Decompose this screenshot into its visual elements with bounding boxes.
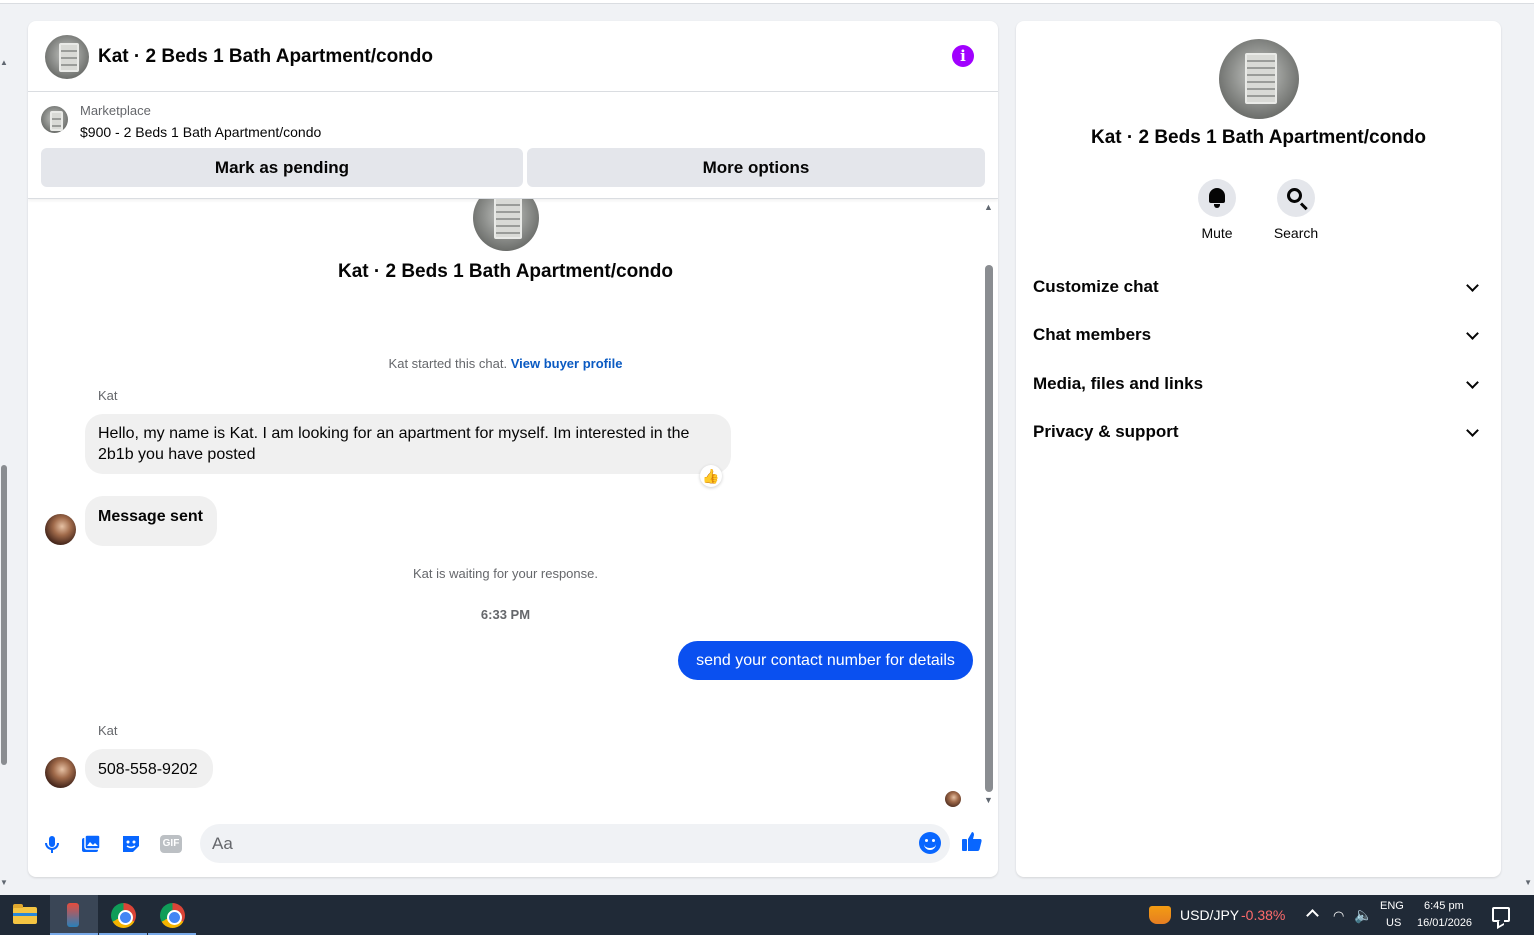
incoming-message[interactable]: 508-558-9202 <box>85 749 213 788</box>
waiting-notice: Kat is waiting for your response. <box>413 566 598 581</box>
chevron-down-icon <box>1466 424 1479 437</box>
incoming-message[interactable]: Hello, my name is Kat. I am looking for … <box>85 414 731 474</box>
stock-symbol[interactable]: USD/JPY <box>1180 907 1239 923</box>
scroll-down-arrow-right-icon[interactable]: ▼ <box>1524 878 1532 887</box>
thumbs-up-reaction-icon[interactable]: 👍 <box>700 465 722 487</box>
sender-name: Kat <box>98 388 118 403</box>
keyboard-layout-indicator[interactable]: US <box>1386 917 1401 929</box>
file-explorer-icon[interactable] <box>0 895 48 935</box>
listing-avatar[interactable] <box>45 35 89 79</box>
microphone-icon[interactable] <box>41 833 63 855</box>
scroll-up-arrow-icon[interactable]: ▲ <box>0 58 8 67</box>
taskbar-app-icon[interactable] <box>50 895 98 935</box>
listing-price-title[interactable]: $900 - 2 Beds 1 Bath Apartment/condo <box>80 124 321 140</box>
message-input[interactable] <box>200 824 950 863</box>
section-media-files-links[interactable]: Media, files and links <box>1033 364 1485 404</box>
conversation-info-panel: Kat · 2 Beds 1 Bath Apartment/condo Mute… <box>1016 21 1501 877</box>
intro-avatar <box>473 199 539 251</box>
stock-widget-icon[interactable] <box>1149 906 1171 924</box>
chevron-down-icon <box>1466 279 1479 292</box>
section-label: Privacy & support <box>1033 422 1179 441</box>
chat-scrollbar[interactable]: ▲ ▼ <box>983 199 997 819</box>
message-list[interactable]: Kat · 2 Beds 1 Bath Apartment/condo Kat … <box>28 199 998 819</box>
chrome-icon[interactable] <box>99 895 147 935</box>
search-button[interactable]: Search <box>1266 179 1326 241</box>
page-scrollbar-thumb[interactable] <box>1 465 7 765</box>
section-label: Chat members <box>1033 325 1152 344</box>
volume-icon[interactable]: 🔈 <box>1354 906 1373 924</box>
chat-panel: Kat · 2 Beds 1 Bath Apartment/condo i Ma… <box>28 21 998 877</box>
outgoing-message[interactable]: send your contact number for details <box>678 641 973 680</box>
message-timestamp: 6:33 PM <box>480 607 531 622</box>
info-title: Kat · 2 Beds 1 Bath Apartment/condo <box>1090 127 1426 148</box>
chrome-icon[interactable] <box>148 895 196 935</box>
chat-title[interactable]: Kat · 2 Beds 1 Bath Apartment/condo <box>98 46 433 68</box>
thumbs-up-send-icon[interactable] <box>960 829 984 859</box>
chat-scroll-down-icon[interactable]: ▼ <box>984 795 993 805</box>
sticker-icon[interactable] <box>120 833 142 855</box>
sender-name: Kat <box>98 723 118 738</box>
show-hidden-icons-chevron-icon[interactable] <box>1306 909 1319 922</box>
page-scrollbar[interactable]: ▲ ▼ <box>0 40 10 895</box>
windows-taskbar: USD/JPY -0.38% ◠ 🔈 ENG US 6:45 pm 16/01/… <box>0 895 1534 935</box>
language-indicator[interactable]: ENG <box>1380 900 1404 912</box>
mute-label: Mute <box>1201 225 1233 241</box>
chevron-down-icon <box>1466 376 1479 389</box>
marketplace-banner: Marketplace $900 - 2 Beds 1 Bath Apartme… <box>28 93 998 199</box>
view-buyer-profile-link[interactable]: View buyer profile <box>511 356 623 371</box>
emoji-icon[interactable] <box>919 832 941 854</box>
chat-header: Kat · 2 Beds 1 Bath Apartment/condo i <box>28 21 998 92</box>
info-icon[interactable]: i <box>952 45 974 67</box>
scroll-down-arrow-icon[interactable]: ▼ <box>0 878 8 887</box>
section-label: Media, files and links <box>1033 374 1204 393</box>
incoming-message[interactable]: Message sent <box>85 496 217 546</box>
section-privacy-support[interactable]: Privacy & support <box>1033 412 1485 452</box>
section-chat-members[interactable]: Chat members <box>1033 315 1485 355</box>
mark-as-pending-button[interactable]: Mark as pending <box>41 148 523 187</box>
section-customize-chat[interactable]: Customize chat <box>1033 267 1485 307</box>
chevron-down-icon <box>1466 327 1479 340</box>
kat-avatar[interactable] <box>45 757 76 788</box>
marketplace-label: Marketplace <box>80 103 151 118</box>
more-options-button[interactable]: More options <box>527 148 985 187</box>
kat-avatar[interactable] <box>45 514 76 545</box>
photo-icon[interactable] <box>80 833 102 855</box>
section-label: Customize chat <box>1033 277 1159 296</box>
gif-icon[interactable]: GIF <box>160 835 182 853</box>
bell-icon[interactable] <box>1198 179 1236 217</box>
network-icon[interactable]: ◠ <box>1333 908 1344 924</box>
intro-title: Kat · 2 Beds 1 Bath Apartment/condo <box>337 261 673 282</box>
chat-scroll-up-icon[interactable]: ▲ <box>984 202 993 212</box>
chat-scrollbar-thumb[interactable] <box>985 265 993 792</box>
chat-started-text: Kat started this chat. <box>388 356 508 371</box>
mute-button[interactable]: Mute <box>1187 179 1247 241</box>
browser-top-border <box>0 0 1534 4</box>
clock-time[interactable]: 6:45 pm <box>1424 900 1464 912</box>
search-label: Search <box>1273 225 1319 241</box>
marketplace-listing-thumbnail[interactable] <box>41 106 68 133</box>
clock-date[interactable]: 16/01/2026 <box>1417 917 1472 929</box>
info-avatar[interactable] <box>1219 39 1299 119</box>
search-icon[interactable] <box>1277 179 1315 217</box>
stock-change[interactable]: -0.38% <box>1241 907 1285 923</box>
seen-receipt-avatar <box>945 791 961 807</box>
chat-started-notice: Kat started this chat. View buyer profil… <box>28 356 983 371</box>
message-composer: GIF <box>28 819 998 877</box>
notification-center-icon[interactable] <box>1492 907 1510 922</box>
